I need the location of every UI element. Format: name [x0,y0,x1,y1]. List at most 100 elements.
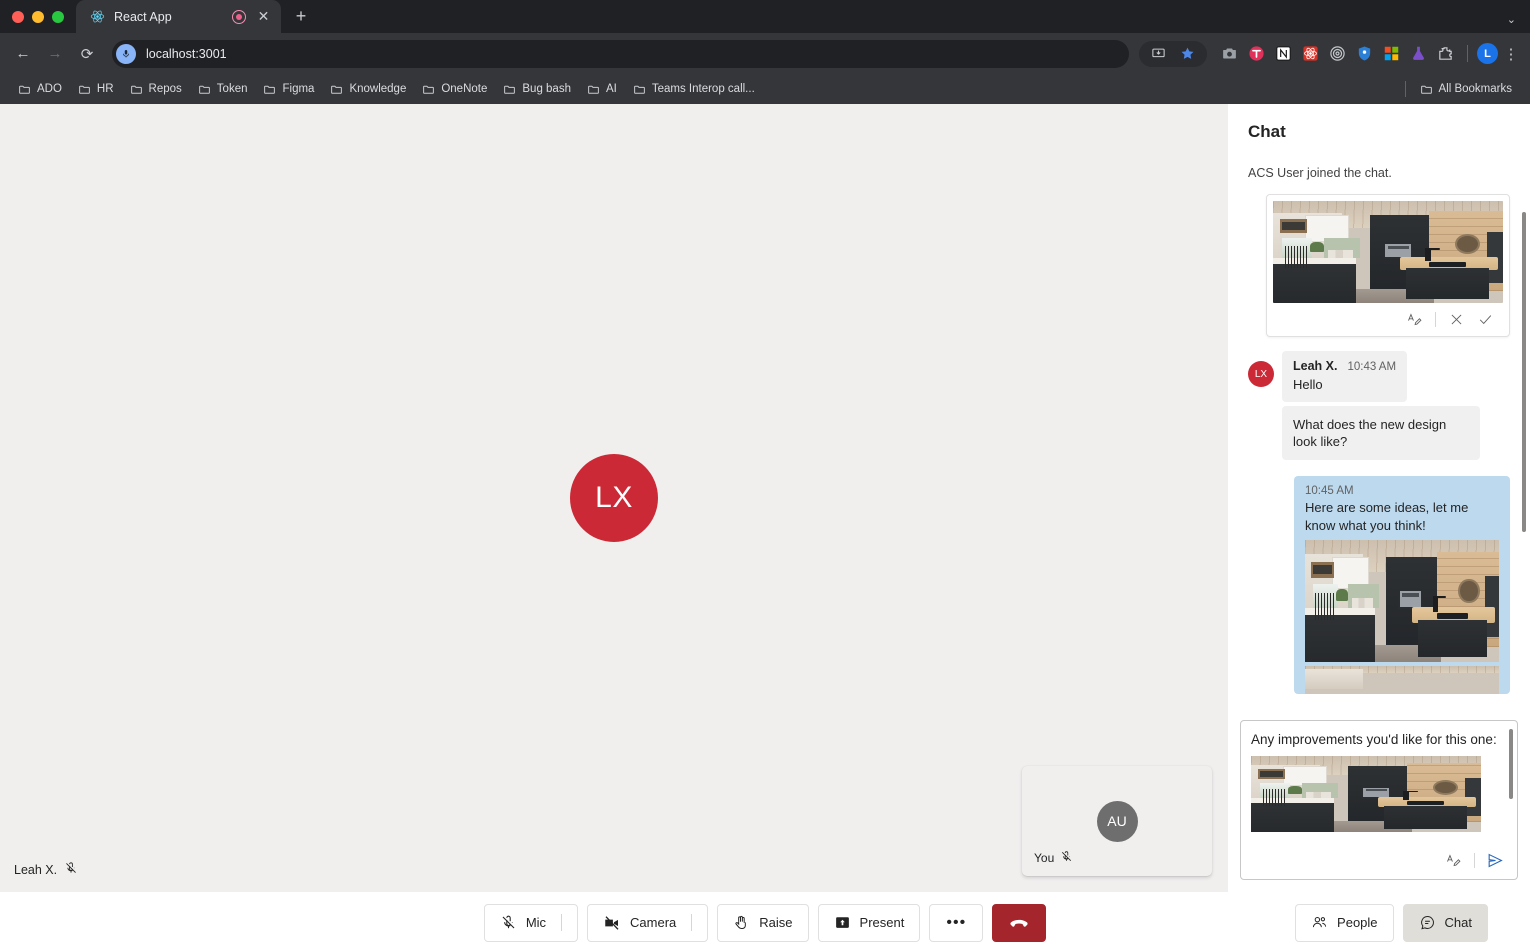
bookmark-label: OneNote [441,83,488,95]
end-call-button[interactable] [992,903,1047,942]
people-icon [1311,914,1328,931]
mic-off-icon [64,861,78,878]
chat-message-incoming: LX Leah X. 10:43 AM Hello [1248,351,1510,403]
kitchen-image-partial [1305,665,1499,694]
video-stage: LX Leah X. AU You [0,104,1228,892]
action-divider [1474,853,1475,868]
bookmark-ado[interactable]: ADO [10,78,70,100]
message-bubble[interactable]: Leah X. 10:43 AM Hello [1282,351,1408,403]
send-icon[interactable] [1482,847,1509,874]
avatar: AU [1096,800,1138,842]
participant-name: Leah X. [14,862,58,877]
shield-heart-extension-icon[interactable] [1352,41,1377,66]
bookmark-label: AI [605,83,617,95]
minimize-window-button[interactable] [32,11,44,23]
todoist-extension-icon[interactable] [1244,41,1269,66]
browser-toolbar: ← → ⟳ localhost:3001 L ⋮ [0,33,1530,74]
bookmark-teams-interop-call[interactable]: Teams Interop call... [625,78,763,100]
mic-split-divider[interactable] [561,914,563,931]
message-bubble[interactable]: 10:45 AM Here are some ideas, let me kno… [1294,476,1510,694]
target-extension-icon[interactable] [1325,41,1350,66]
more-options-button[interactable]: ••• [929,903,984,942]
toolbar-divider [1467,45,1468,62]
chat-scrollbar[interactable] [1522,212,1526,532]
chat-message-list[interactable]: ACS User joined the chat. LX Leah X. 10:… [1228,152,1530,720]
toolbar-actions: L ⋮ [1139,40,1522,67]
address-bar[interactable]: localhost:3001 [112,39,1129,68]
bookmark-onenote[interactable]: OneNote [414,78,495,100]
bookmark-label: Teams Interop call... [651,83,755,95]
bookmark-repos[interactable]: Repos [122,78,190,100]
puzzle-extensions-icon[interactable] [1433,41,1458,66]
cancel-icon[interactable] [1443,306,1470,333]
all-bookmarks-button[interactable]: All Bookmarks [1412,78,1521,100]
bookmark-hr[interactable]: HR [70,78,122,100]
present-button[interactable]: Present [817,903,921,942]
self-name: You [1034,851,1055,865]
browser-menu-button[interactable]: ⋮ [1500,45,1522,63]
compose-attachment-image[interactable] [1251,755,1481,832]
bookmark-star-icon[interactable] [1175,41,1200,66]
record-icon[interactable] [232,9,246,24]
chat-title: Chat [1248,122,1286,141]
forward-button[interactable]: → [40,39,70,69]
profile-avatar[interactable]: L [1477,43,1498,64]
back-button[interactable]: ← [8,39,38,69]
self-view-label: You [1034,850,1073,866]
close-tab-button[interactable]: ✕ [255,8,272,25]
screenshot-extension-icon[interactable] [1217,41,1242,66]
people-button[interactable]: People [1295,903,1394,942]
kitchen-image [1305,539,1499,662]
message-text: Hello [1293,377,1323,392]
message-meta: Leah X. 10:43 AM [1293,359,1396,373]
call-layout: LX Leah X. AU You Chat ACS User joined t… [0,104,1530,892]
bookmark-bug-bash[interactable]: Bug bash [495,78,579,100]
image-preview-card[interactable] [1266,194,1510,337]
annotate-icon[interactable] [1440,847,1467,874]
chat-panel: Chat ACS User joined the chat. LX Leah X… [1228,104,1530,892]
compose-area: Any improvements you'd like for this one… [1228,720,1530,892]
mic-icon[interactable] [116,43,136,64]
call-control-bar: Mic Camera Raise Present ••• People Chat [0,892,1530,952]
all-bookmarks-label: All Bookmarks [1438,83,1513,95]
chevron-down-icon[interactable]: ⌄ [1507,13,1516,26]
new-tab-button[interactable]: + [287,2,315,30]
browser-tab[interactable]: React App ✕ [76,0,281,33]
camera-split-divider[interactable] [691,914,693,931]
window-traffic-lights[interactable] [10,11,76,33]
message-input[interactable]: Any improvements you'd like for this one… [1240,720,1518,880]
raise-hand-button[interactable]: Raise [717,903,809,942]
microsoft-extension-icon[interactable] [1379,41,1404,66]
react-devtools-extension-icon[interactable] [1298,41,1323,66]
message-time: 10:45 AM [1305,485,1354,498]
avatar: LX [1248,361,1274,387]
compose-text[interactable]: Any improvements you'd like for this one… [1251,731,1507,749]
tab-strip: React App ✕ + ⌄ [0,0,1530,33]
chat-button[interactable]: Chat [1402,903,1488,942]
mic-button[interactable]: Mic [483,903,579,942]
raise-hand-label: Raise [759,915,793,930]
hangup-icon [1008,912,1030,934]
compose-scrollbar[interactable] [1509,729,1513,799]
close-window-button[interactable] [12,11,24,23]
bookmarks-divider [1404,81,1406,97]
bookmark-token[interactable]: Token [190,78,256,100]
chat-message-incoming[interactable]: What does the new design look like? [1282,406,1480,461]
bookmark-label: ADO [37,83,62,95]
annotate-icon[interactable] [1401,306,1428,333]
bookmark-knowledge[interactable]: Knowledge [322,78,414,100]
self-view-tile[interactable]: AU You [1022,766,1212,876]
install-and-bookmark-pill[interactable] [1139,40,1207,67]
maximize-window-button[interactable] [52,11,64,23]
notion-extension-icon[interactable] [1271,41,1296,66]
reload-button[interactable]: ⟳ [72,39,102,69]
flask-extension-icon[interactable] [1406,41,1431,66]
confirm-icon[interactable] [1472,306,1499,333]
bookmark-figma[interactable]: Figma [255,78,322,100]
message-text: What does the new design look like? [1293,417,1447,450]
bookmark-ai[interactable]: AI [579,78,625,100]
sender-name: Leah X. [1293,359,1338,373]
camera-button[interactable]: Camera [587,903,709,942]
install-app-icon[interactable] [1146,41,1171,66]
panel-toggles: People Chat [1295,903,1488,942]
